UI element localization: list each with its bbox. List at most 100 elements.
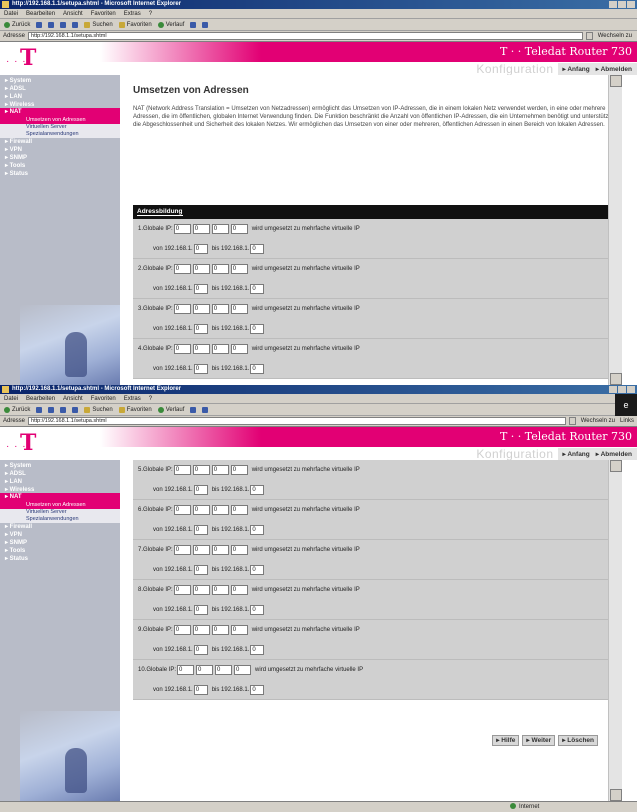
maximize-button[interactable] xyxy=(618,1,626,8)
range-to-input[interactable]: 0 xyxy=(250,243,265,254)
global-ip-octet-input[interactable]: 0 xyxy=(230,545,248,555)
menu-file[interactable]: Datei xyxy=(4,9,18,18)
global-ip-octet-input[interactable]: 0 xyxy=(192,585,210,595)
close-button[interactable] xyxy=(627,1,635,8)
range-from-input[interactable]: 0 xyxy=(193,363,208,374)
mail-button[interactable] xyxy=(190,406,197,413)
global-ip-octet-input[interactable]: 0 xyxy=(173,304,191,314)
range-from-input[interactable]: 0 xyxy=(193,283,208,294)
global-ip-octet-input[interactable]: 0 xyxy=(230,224,248,234)
history-button[interactable]: Verlauf xyxy=(157,406,184,413)
menu-help[interactable]: ? xyxy=(149,9,152,18)
nav-logout-link[interactable]: ▸ Abmelden xyxy=(596,65,632,73)
sidebar-sub-virtual-server[interactable]: Virtuellen Server xyxy=(0,124,120,131)
home-button[interactable] xyxy=(72,406,79,413)
back-button[interactable]: Zurück xyxy=(4,21,30,28)
global-ip-octet-input[interactable]: 0 xyxy=(211,264,229,274)
minimize-button[interactable] xyxy=(609,386,617,393)
address-dropdown[interactable] xyxy=(585,32,593,40)
global-ip-octet-input[interactable]: 0 xyxy=(230,625,248,635)
scroll-down-button[interactable] xyxy=(610,789,622,801)
sidebar-item-adsl[interactable]: ▸ ADSL xyxy=(0,85,120,93)
global-ip-octet-input[interactable]: 0 xyxy=(192,505,210,515)
range-to-input[interactable]: 0 xyxy=(250,604,265,615)
range-from-input[interactable]: 0 xyxy=(193,323,208,334)
minimize-button[interactable] xyxy=(609,1,617,8)
mail-button[interactable] xyxy=(190,21,197,28)
maximize-button[interactable] xyxy=(618,386,626,393)
range-from-input[interactable]: 0 xyxy=(193,604,208,615)
global-ip-octet-input[interactable]: 0 xyxy=(196,665,214,675)
sidebar-item-firewall[interactable]: ▸ Firewall xyxy=(0,523,120,531)
global-ip-octet-input[interactable]: 0 xyxy=(211,545,229,555)
range-to-input[interactable]: 0 xyxy=(250,684,265,695)
global-ip-octet-input[interactable]: 0 xyxy=(230,304,248,314)
global-ip-octet-input[interactable]: 0 xyxy=(173,344,191,354)
menu-file[interactable]: Datei xyxy=(4,394,18,403)
global-ip-octet-input[interactable]: 0 xyxy=(230,465,248,475)
address-input[interactable]: http://192.168.1.1/setupa.shtml xyxy=(28,32,583,40)
global-ip-octet-input[interactable]: 0 xyxy=(211,344,229,354)
sidebar-item-snmp[interactable]: ▸ SNMP xyxy=(0,539,120,547)
global-ip-octet-input[interactable]: 0 xyxy=(192,625,210,635)
search-button[interactable]: Suchen xyxy=(84,406,113,413)
global-ip-octet-input[interactable]: 0 xyxy=(173,264,191,274)
global-ip-octet-input[interactable]: 0 xyxy=(173,625,191,635)
range-from-input[interactable]: 0 xyxy=(193,243,208,254)
global-ip-octet-input[interactable]: 0 xyxy=(230,505,248,515)
range-to-input[interactable]: 0 xyxy=(250,323,265,334)
sidebar-item-status[interactable]: ▸ Status xyxy=(0,555,120,563)
print-button[interactable] xyxy=(202,406,209,413)
range-from-input[interactable]: 0 xyxy=(193,644,208,655)
global-ip-octet-input[interactable]: 0 xyxy=(173,585,191,595)
sidebar-item-firewall[interactable]: ▸ Firewall xyxy=(0,138,120,146)
global-ip-octet-input[interactable]: 0 xyxy=(230,344,248,354)
sidebar-item-nat[interactable]: ▸ NAT xyxy=(0,108,120,117)
sidebar-item-lan[interactable]: ▸ LAN xyxy=(0,478,120,486)
sidebar-item-status[interactable]: ▸ Status xyxy=(0,170,120,178)
global-ip-octet-input[interactable]: 0 xyxy=(192,264,210,274)
global-ip-octet-input[interactable]: 0 xyxy=(211,465,229,475)
menu-help[interactable]: ? xyxy=(149,394,152,403)
sidebar-item-vpn[interactable]: ▸ VPN xyxy=(0,146,120,154)
delete-button[interactable]: ▸ Löschen xyxy=(558,735,598,746)
sidebar-item-nat[interactable]: ▸ NAT xyxy=(0,493,120,502)
global-ip-octet-input[interactable]: 0 xyxy=(173,465,191,475)
next-button[interactable]: ▸ Weiter xyxy=(522,735,556,746)
sidebar-item-tools[interactable]: ▸ Tools xyxy=(0,547,120,555)
menu-tools[interactable]: Extras xyxy=(124,394,141,403)
menu-edit[interactable]: Bearbeiten xyxy=(26,394,55,403)
sidebar-item-snmp[interactable]: ▸ SNMP xyxy=(0,154,120,162)
sidebar-sub-address-translation[interactable]: Umsetzen von Adressen xyxy=(0,502,120,509)
global-ip-octet-input[interactable]: 0 xyxy=(211,625,229,635)
sidebar-item-vpn[interactable]: ▸ VPN xyxy=(0,531,120,539)
stop-button[interactable] xyxy=(48,21,55,28)
sidebar-item-tools[interactable]: ▸ Tools xyxy=(0,162,120,170)
goto-button[interactable]: Wechseln zu xyxy=(579,418,617,424)
global-ip-octet-input[interactable]: 0 xyxy=(234,665,252,675)
global-ip-octet-input[interactable]: 0 xyxy=(173,505,191,515)
menu-favorites[interactable]: Favoriten xyxy=(91,394,116,403)
range-from-input[interactable]: 0 xyxy=(193,684,208,695)
forward-button[interactable] xyxy=(36,21,43,28)
help-button[interactable]: ▸ Hilfe xyxy=(492,735,520,746)
nav-start-link[interactable]: ▸ Anfang xyxy=(563,65,590,73)
refresh-button[interactable] xyxy=(60,406,67,413)
global-ip-octet-input[interactable]: 0 xyxy=(192,344,210,354)
vertical-scrollbar[interactable] xyxy=(608,460,622,801)
global-ip-octet-input[interactable]: 0 xyxy=(192,224,210,234)
menu-edit[interactable]: Bearbeiten xyxy=(26,9,55,18)
range-to-input[interactable]: 0 xyxy=(250,524,265,535)
scroll-up-button[interactable] xyxy=(610,75,622,87)
print-button[interactable] xyxy=(202,21,209,28)
links-button[interactable]: Links xyxy=(620,418,634,424)
favorites-button[interactable]: Favoriten xyxy=(118,406,152,413)
global-ip-octet-input[interactable]: 0 xyxy=(211,224,229,234)
sidebar-item-adsl[interactable]: ▸ ADSL xyxy=(0,470,120,478)
goto-button[interactable]: Wechseln zu xyxy=(596,33,634,39)
home-button[interactable] xyxy=(72,21,79,28)
range-to-input[interactable]: 0 xyxy=(250,484,265,495)
search-button[interactable]: Suchen xyxy=(84,21,113,28)
history-button[interactable]: Verlauf xyxy=(157,21,184,28)
sidebar-item-system[interactable]: ▸ System xyxy=(0,77,120,85)
